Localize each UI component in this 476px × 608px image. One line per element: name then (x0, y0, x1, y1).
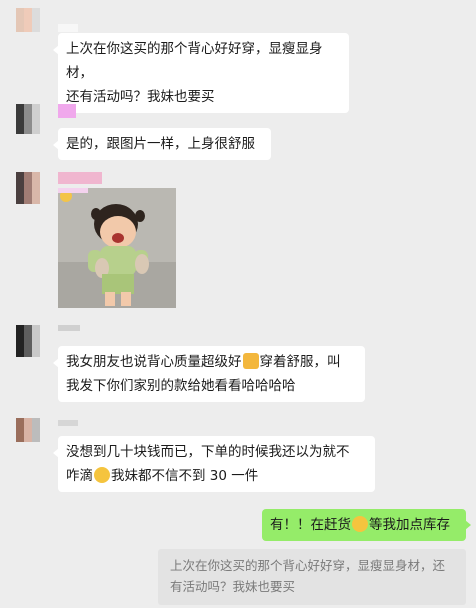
message-text-line: 没想到几十块钱而已，下单的时候我还以为就不 (66, 444, 350, 460)
quoted-message[interactable]: 上次在你这买的那个背心好好穿，显瘦显身材，还 有活动吗？我妹也要买 (158, 549, 466, 605)
avatar[interactable] (16, 418, 40, 442)
message-text: 穿着舒服，叫 (259, 354, 341, 370)
sender-name-blurred (58, 325, 80, 331)
message-text: 有！！在赶货 (270, 517, 351, 533)
avatar[interactable] (16, 8, 40, 32)
message-text-line: 我发下你们家别的款给她看看哈哈哈哈 (66, 378, 296, 394)
message-text-line: 还有活动吗？我妹也要买 (66, 89, 215, 105)
avatar[interactable] (16, 325, 40, 357)
quoted-text-line: 上次在你这买的那个背心好好穿，显瘦显身材，还 (170, 558, 446, 573)
photo-laughing-child (58, 188, 176, 308)
message-text: 等我加点库存 (369, 517, 450, 533)
message-bubble[interactable]: 我女朋友也说背心质量超级好 穿着舒服，叫 我发下你们家别的款给她看看哈哈哈哈 (53, 346, 365, 402)
grinning-emoji-icon (352, 516, 368, 532)
message-text-line: 我女朋友也说背心质量超级好 穿着舒服，叫 (66, 350, 357, 374)
my-message-bubble[interactable]: 有！！在赶货 等我加点库存 (262, 509, 471, 541)
message-text-line: 上次在你这买的那个背心好好穿，显瘦显身材， (66, 41, 323, 81)
message-text-line: 是的，跟图片一样，上身很舒服 (66, 136, 255, 152)
message-text: 咋滴 (66, 468, 93, 484)
sender-name-blurred (58, 420, 78, 426)
message-text: 我妹都不信不到 30 一件 (111, 468, 259, 484)
sender-name-blurred (58, 172, 102, 184)
laughing-tears-emoji-icon (94, 467, 110, 483)
quoted-text-line: 有活动吗？我妹也要买 (170, 579, 296, 594)
avatar[interactable] (16, 104, 40, 134)
message-bubble[interactable]: 是的，跟图片一样，上身很舒服 (53, 128, 271, 160)
sender-name-blurred (58, 24, 78, 32)
photo-message[interactable] (58, 188, 176, 308)
message-bubble[interactable]: 没想到几十块钱而已，下单的时候我还以为就不 咋滴 我妹都不信不到 30 一件 (53, 436, 375, 492)
message-text-line: 咋滴 我妹都不信不到 30 一件 (66, 464, 367, 488)
message-bubble[interactable]: 上次在你这买的那个背心好好穿，显瘦显身材， 还有活动吗？我妹也要买 (53, 33, 349, 113)
sender-name-blurred (58, 104, 76, 118)
message-text: 我女朋友也说背心质量超级好 (66, 354, 242, 370)
thumbs-up-icon (242, 353, 259, 369)
avatar[interactable] (16, 172, 40, 204)
